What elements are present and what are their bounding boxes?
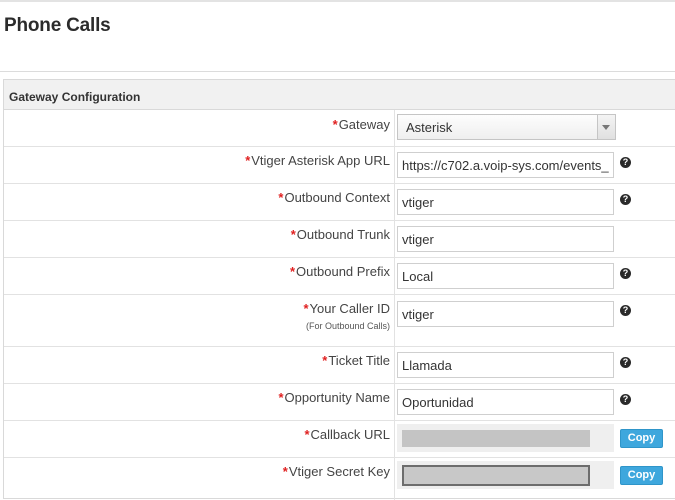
row-caller-id: *Your Caller ID (For Outbound Calls) ? bbox=[4, 295, 675, 347]
panel-header: Gateway Configuration bbox=[4, 80, 675, 110]
outbound-context-label: *Outbound Context bbox=[278, 190, 390, 205]
outbound-prefix-input[interactable] bbox=[397, 263, 614, 289]
row-outbound-trunk: *Outbound Trunk bbox=[4, 221, 675, 258]
row-callback-url: *Callback URL Copy bbox=[4, 421, 675, 458]
gateway-configuration-panel: Gateway Configuration *Gateway Asterisk … bbox=[3, 79, 675, 500]
ticket-title-input[interactable] bbox=[397, 352, 614, 378]
row-outbound-context: *Outbound Context ? bbox=[4, 184, 675, 221]
redacted-value bbox=[402, 465, 590, 486]
row-secret-key: *Vtiger Secret Key Copy bbox=[4, 458, 675, 500]
question-circle-icon[interactable]: ? bbox=[620, 357, 631, 368]
question-circle-icon[interactable]: ? bbox=[620, 394, 631, 405]
callback-url-label: *Callback URL bbox=[304, 427, 390, 442]
gateway-label: *Gateway bbox=[332, 117, 390, 132]
app-url-label: *Vtiger Asterisk App URL bbox=[245, 153, 390, 168]
row-outbound-prefix: *Outbound Prefix ? bbox=[4, 258, 675, 295]
outbound-trunk-label: *Outbound Trunk bbox=[290, 227, 390, 242]
question-circle-icon[interactable]: ? bbox=[620, 194, 631, 205]
caller-id-input[interactable] bbox=[397, 301, 614, 327]
title-divider bbox=[0, 71, 675, 72]
outbound-context-input[interactable] bbox=[397, 189, 614, 215]
copy-callback-url-button[interactable]: Copy bbox=[620, 429, 663, 448]
row-opportunity-name: *Opportunity Name ? bbox=[4, 384, 675, 421]
app-url-input[interactable] bbox=[397, 152, 614, 178]
callback-url-field[interactable] bbox=[397, 424, 614, 452]
copy-secret-key-button[interactable]: Copy bbox=[620, 466, 663, 485]
page-top-border bbox=[0, 0, 675, 2]
opportunity-name-label: *Opportunity Name bbox=[278, 390, 390, 405]
secret-key-field[interactable] bbox=[397, 461, 614, 489]
question-circle-icon[interactable]: ? bbox=[620, 157, 631, 168]
row-gateway: *Gateway Asterisk bbox=[4, 110, 675, 147]
gateway-select-value: Asterisk bbox=[406, 120, 453, 135]
row-app-url: *Vtiger Asterisk App URL ? bbox=[4, 147, 675, 184]
caller-id-sublabel: (For Outbound Calls) bbox=[305, 321, 390, 331]
question-circle-icon[interactable]: ? bbox=[620, 268, 631, 279]
question-circle-icon[interactable]: ? bbox=[620, 305, 631, 316]
gateway-select[interactable]: Asterisk bbox=[397, 114, 616, 140]
chevron-down-icon bbox=[597, 115, 615, 139]
secret-key-label: *Vtiger Secret Key bbox=[282, 464, 390, 479]
outbound-trunk-input[interactable] bbox=[397, 226, 614, 252]
panel-header-title: Gateway Configuration bbox=[9, 90, 141, 104]
outbound-prefix-label: *Outbound Prefix bbox=[289, 264, 390, 279]
row-ticket-title: *Ticket Title ? bbox=[4, 347, 675, 384]
redacted-value bbox=[402, 430, 590, 447]
page-title: Phone Calls bbox=[4, 15, 111, 36]
caller-id-label: *Your Caller ID bbox=[303, 301, 390, 316]
opportunity-name-input[interactable] bbox=[397, 389, 614, 415]
ticket-title-label: *Ticket Title bbox=[322, 353, 390, 368]
